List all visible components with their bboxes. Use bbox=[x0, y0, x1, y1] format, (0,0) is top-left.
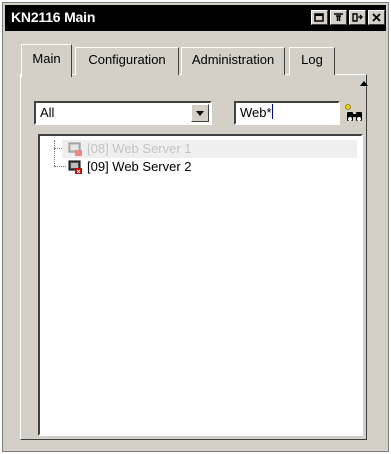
server-tree[interactable]: [08] Web Server 1 [09] Web Server 2 bbox=[38, 134, 363, 436]
text-caret bbox=[271, 104, 273, 119]
dropdown-button[interactable] bbox=[191, 104, 209, 122]
title-bar[interactable]: KN2116 Main bbox=[5, 5, 386, 31]
export-icon bbox=[352, 13, 363, 22]
filter-dropdown[interactable]: All bbox=[34, 101, 212, 125]
close-icon bbox=[372, 13, 381, 22]
restore-icon bbox=[314, 13, 324, 22]
binoculars-icon[interactable] bbox=[344, 103, 366, 125]
tree-node-label: [08] Web Server 1 bbox=[87, 141, 192, 156]
restore-button[interactable] bbox=[311, 10, 328, 25]
search-input[interactable]: Web* bbox=[234, 101, 340, 125]
tab-configuration[interactable]: Configuration bbox=[75, 47, 179, 75]
close-button[interactable] bbox=[368, 10, 385, 25]
tree-node-label: [09] Web Server 2 bbox=[87, 159, 192, 174]
tab-administration[interactable]: Administration bbox=[181, 47, 285, 75]
tree-line bbox=[54, 140, 55, 166]
filter-dropdown-value: All bbox=[40, 105, 55, 120]
chevron-down-icon bbox=[196, 111, 204, 116]
window-title: KN2116 Main bbox=[11, 9, 96, 25]
server-port-icon bbox=[68, 142, 82, 156]
server-port-icon bbox=[68, 160, 82, 174]
export-button[interactable] bbox=[349, 10, 366, 25]
search-input-value: Web* bbox=[240, 105, 272, 120]
tab-main[interactable]: Main bbox=[21, 44, 72, 77]
filter-icon bbox=[334, 13, 343, 21]
scroll-up-arrow-icon[interactable] bbox=[359, 79, 369, 89]
tree-node-web-server-1[interactable]: [08] Web Server 1 bbox=[62, 140, 357, 158]
tab-log[interactable]: Log bbox=[289, 47, 335, 75]
filter-button[interactable] bbox=[330, 10, 347, 25]
tree-node-web-server-2[interactable]: [09] Web Server 2 bbox=[62, 158, 222, 176]
